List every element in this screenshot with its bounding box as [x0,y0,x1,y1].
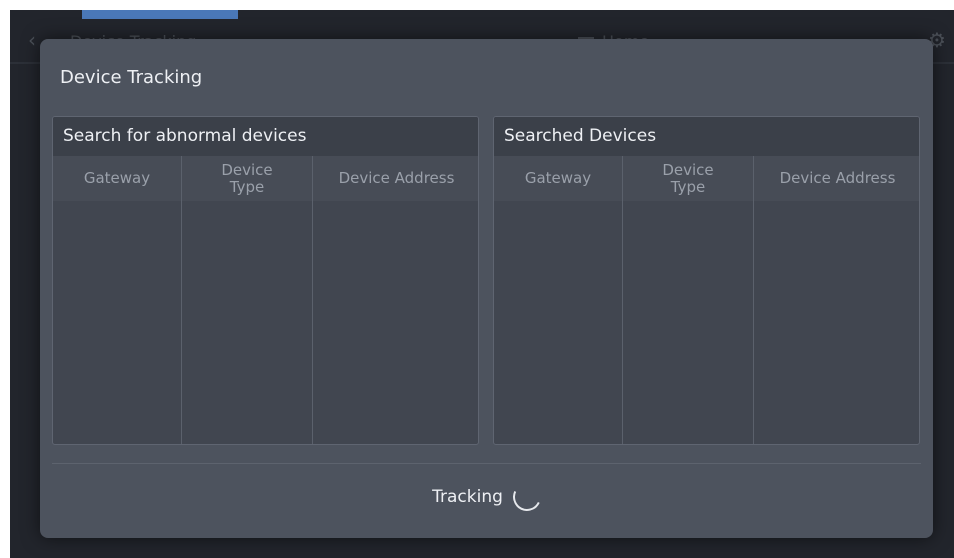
column-gateway: Gateway [494,156,623,444]
tracking-label: Tracking [432,487,503,507]
searched-devices-table[interactable]: Gateway Device Type Device Address [494,156,919,444]
column-header-device-address: Device Address [313,156,478,201]
top-accent-tab[interactable] [82,10,238,19]
column-header-device-type: Device Type [182,156,312,201]
abnormal-devices-panel: Search for abnormal devices Gateway Devi… [52,116,479,445]
searched-devices-panel: Searched Devices Gateway Device Type Dev… [493,116,920,445]
dialog-title: Device Tracking [60,67,203,88]
column-gateway: Gateway [53,156,182,444]
device-tracking-dialog: Device Tracking Search for abnormal devi… [40,39,933,538]
tracking-status: Tracking [40,479,933,515]
column-device-address: Device Address [313,156,478,444]
abnormal-devices-table[interactable]: Gateway Device Type Device Address [53,156,478,444]
back-icon[interactable]: ‹ [28,30,36,50]
column-device-type: Device Type [623,156,754,444]
column-header-gateway: Gateway [53,156,181,201]
column-device-address: Device Address [754,156,919,444]
column-header-device-type: Device Type [623,156,753,201]
panel-title: Searched Devices [504,126,657,146]
panel-title: Search for abnormal devices [63,126,307,146]
column-header-gateway: Gateway [494,156,622,201]
column-header-device-address: Device Address [754,156,919,201]
panel-header: Search for abnormal devices [53,117,478,156]
app-screen: ‹ Device Tracking Home ⚙ Device Tracking… [10,10,954,558]
footer-divider [52,463,921,464]
column-device-type: Device Type [182,156,313,444]
panel-header: Searched Devices [494,117,919,156]
loading-spinner-icon [508,479,545,515]
